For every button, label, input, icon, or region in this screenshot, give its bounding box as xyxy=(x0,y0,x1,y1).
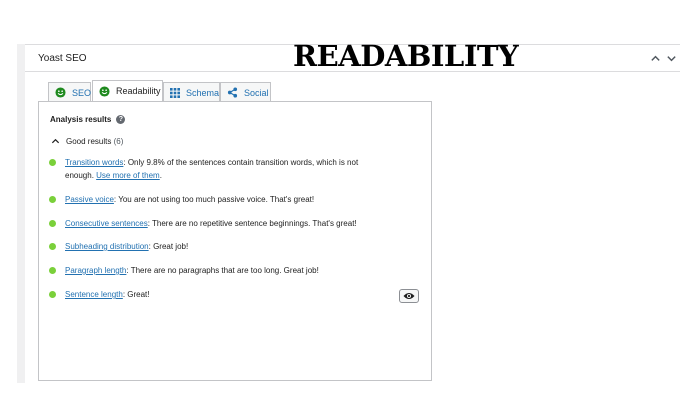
grid-icon xyxy=(170,87,180,98)
tab-readability[interactable]: Readability xyxy=(92,80,163,101)
result-subheading-distribution: Subheading distribution: Great job! xyxy=(49,241,385,254)
result-consecutive-sentences: Consecutive sentences: There are no repe… xyxy=(49,218,385,231)
result-link[interactable]: Subheading distribution xyxy=(65,242,149,251)
share-icon xyxy=(227,87,238,98)
move-down-button[interactable] xyxy=(664,51,678,65)
good-results-toggle[interactable]: Good results (6) xyxy=(51,137,123,146)
readability-heading: READABILITY xyxy=(293,39,519,73)
tab-schema-label: Schema xyxy=(186,87,220,98)
smiley-icon xyxy=(99,85,110,97)
result-transition-words: Transition words: Only 9.8% of the sente… xyxy=(49,157,385,182)
good-bullet-icon xyxy=(49,220,56,227)
use-more-link[interactable]: Use more of them xyxy=(96,171,160,180)
result-sentence-length: Sentence length: Great! xyxy=(49,289,385,302)
good-results-label: Good results xyxy=(66,137,112,146)
tab-seo-label: SEO xyxy=(72,87,92,98)
tab-seo[interactable]: SEO xyxy=(48,82,91,102)
good-bullet-icon xyxy=(49,159,56,166)
move-up-button[interactable] xyxy=(648,51,662,65)
tab-social[interactable]: Social xyxy=(220,82,271,102)
highlight-toggle-button[interactable] xyxy=(399,289,419,303)
good-bullet-icon xyxy=(49,196,56,203)
result-passive-voice: Passive voice: You are not using too muc… xyxy=(49,194,385,207)
result-paragraph-length: Paragraph length: There are no paragraph… xyxy=(49,265,385,278)
eye-icon xyxy=(403,293,415,299)
tab-readability-label: Readability xyxy=(116,86,161,96)
result-link[interactable]: Transition words xyxy=(65,158,123,167)
chevron-down-icon xyxy=(666,55,676,61)
good-bullet-icon xyxy=(49,243,56,250)
admin-sidebar-edge xyxy=(17,44,25,383)
page: Yoast SEO READABILITY SEO Readability Sc… xyxy=(0,0,680,409)
metabox-title: Yoast SEO xyxy=(38,53,87,64)
help-icon[interactable]: ? xyxy=(116,115,126,124)
smiley-icon xyxy=(55,87,66,98)
chevron-up-icon xyxy=(650,55,660,61)
result-link[interactable]: Sentence length xyxy=(65,290,123,299)
result-link[interactable]: Paragraph length xyxy=(65,266,126,275)
good-results-count: (6) xyxy=(113,137,124,146)
chevron-up-icon xyxy=(51,137,60,146)
good-bullet-icon xyxy=(49,267,56,274)
tab-schema[interactable]: Schema xyxy=(163,82,220,102)
analysis-results-heading: Analysis results ? xyxy=(50,115,126,124)
result-link[interactable]: Passive voice xyxy=(65,195,114,204)
result-link[interactable]: Consecutive sentences xyxy=(65,219,148,228)
tab-social-label: Social xyxy=(244,87,269,98)
good-bullet-icon xyxy=(49,291,56,298)
analysis-results-title: Analysis results xyxy=(50,115,112,124)
readability-panel: Analysis results ? Good results (6) Tran… xyxy=(38,101,432,381)
